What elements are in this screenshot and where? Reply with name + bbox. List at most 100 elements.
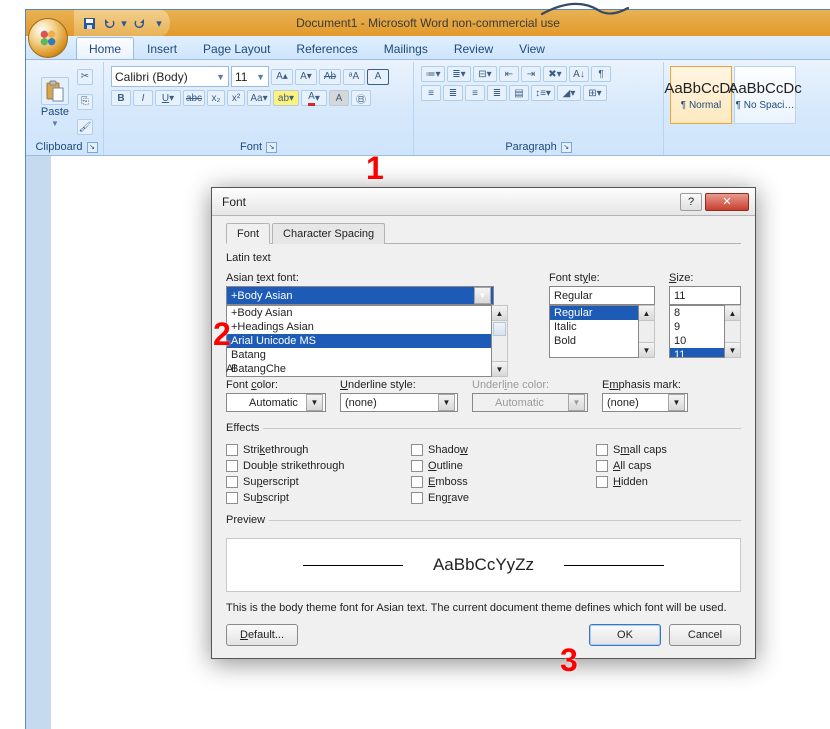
tab-view[interactable]: View: [506, 37, 558, 59]
distributed-icon[interactable]: ▤: [509, 85, 529, 101]
shading-icon[interactable]: ◢▾: [557, 85, 581, 101]
paragraph-launcher-icon[interactable]: ↘: [561, 142, 572, 153]
underline-button[interactable]: U▾: [155, 90, 181, 106]
dialog-tab-font[interactable]: Font: [226, 223, 270, 244]
tab-page-layout[interactable]: Page Layout: [190, 37, 283, 59]
align-center-icon[interactable]: ≣: [443, 85, 463, 101]
style-italic[interactable]: Italic: [550, 320, 638, 334]
bold-button[interactable]: B: [111, 90, 131, 106]
highlight-button[interactable]: ab▾: [273, 90, 299, 106]
dropdown-scrollbar[interactable]: ▲ ▼: [492, 305, 508, 377]
option-headings-asian[interactable]: +Headings Asian: [227, 320, 491, 334]
italic-button[interactable]: I: [133, 90, 153, 106]
subscript-button[interactable]: x₂: [207, 90, 225, 106]
font-name-combo[interactable]: Calibri (Body)▼: [111, 66, 229, 87]
shrink-font-icon[interactable]: A▾: [295, 69, 317, 85]
chk-engrave[interactable]: Engrave: [411, 492, 556, 504]
character-border-icon[interactable]: A: [367, 69, 389, 85]
chk-strikethrough[interactable]: Strikethrough: [226, 444, 371, 456]
chk-subscript[interactable]: Subscript: [226, 492, 371, 504]
tab-home[interactable]: Home: [76, 37, 134, 59]
chk-superscript[interactable]: Superscript: [226, 476, 371, 488]
chk-shadow[interactable]: Shadow: [411, 444, 556, 456]
office-button[interactable]: [28, 18, 68, 58]
strikethrough-button[interactable]: abc: [183, 90, 205, 106]
enclose-characters-icon[interactable]: ㊐: [351, 90, 371, 106]
paste-button[interactable]: Paste ▼: [35, 64, 75, 140]
show-marks-icon[interactable]: ¶: [591, 66, 611, 82]
emphasis-mark-combo[interactable]: (none)▼: [602, 393, 688, 412]
dialog-tab-character-spacing[interactable]: Character Spacing: [272, 223, 385, 244]
close-button[interactable]: ✕: [705, 193, 749, 211]
cut-icon[interactable]: ✂: [77, 69, 93, 85]
tab-references[interactable]: References: [283, 37, 370, 59]
sort-icon[interactable]: A↓: [569, 66, 589, 82]
copy-icon[interactable]: ⎘: [77, 94, 93, 110]
underline-style-combo[interactable]: (none)▼: [340, 393, 458, 412]
justify-icon[interactable]: ≣: [487, 85, 507, 101]
align-left-icon[interactable]: ≡: [421, 85, 441, 101]
qat-customize-icon[interactable]: ▾: [154, 14, 164, 32]
chk-hidden[interactable]: Hidden: [596, 476, 741, 488]
style-bold[interactable]: Bold: [550, 334, 638, 348]
size-input[interactable]: 11: [669, 286, 741, 305]
multilevel-list-icon[interactable]: ⊟▾: [473, 66, 497, 82]
scroll-thumb[interactable]: [493, 322, 506, 336]
undo-icon[interactable]: [100, 14, 118, 32]
style-scrollbar[interactable]: ▲▼: [639, 305, 655, 358]
chk-all-caps[interactable]: All caps: [596, 460, 741, 472]
size-9[interactable]: 9: [670, 320, 724, 334]
size-8[interactable]: 8: [670, 306, 724, 320]
asian-font-combo[interactable]: +Body Asian▼: [226, 286, 494, 305]
font-launcher-icon[interactable]: ↘: [266, 142, 277, 153]
scroll-up-icon[interactable]: ▲: [492, 306, 507, 321]
tab-review[interactable]: Review: [441, 37, 506, 59]
chk-emboss[interactable]: Emboss: [411, 476, 556, 488]
font-style-input[interactable]: Regular: [549, 286, 655, 305]
style-no-spacing[interactable]: AaBbCcDc ¶ No Spaci…: [734, 66, 796, 124]
grow-font-icon[interactable]: A▴: [271, 69, 293, 85]
style-regular[interactable]: Regular: [550, 306, 638, 320]
size-11[interactable]: 11: [670, 348, 724, 358]
decrease-indent-icon[interactable]: ⇤: [499, 66, 519, 82]
borders-icon[interactable]: ⊞▾: [583, 85, 607, 101]
tab-insert[interactable]: Insert: [134, 37, 190, 59]
change-case-button[interactable]: Aa▾: [247, 90, 271, 106]
chevron-down-icon[interactable]: ▼: [474, 287, 491, 304]
superscript-button[interactable]: x²: [227, 90, 245, 106]
default-button[interactable]: Default...: [226, 624, 298, 646]
clear-formatting-icon[interactable]: Ab: [319, 69, 341, 85]
font-size-combo[interactable]: 11▼: [231, 66, 269, 87]
tab-mailings[interactable]: Mailings: [371, 37, 441, 59]
font-color-combo[interactable]: Automatic▼: [226, 393, 326, 412]
ok-button[interactable]: OK: [589, 624, 661, 646]
option-arial-unicode[interactable]: Arial Unicode MS: [227, 334, 491, 348]
chk-outline[interactable]: Outline: [411, 460, 556, 472]
size-scrollbar[interactable]: ▲▼: [725, 305, 741, 358]
phonetic-guide-icon[interactable]: ᵃA: [343, 69, 365, 85]
redo-icon[interactable]: [130, 14, 148, 32]
character-shading-icon[interactable]: A: [329, 90, 349, 106]
align-right-icon[interactable]: ≡: [465, 85, 485, 101]
numbering-icon[interactable]: ≣▾: [447, 66, 471, 82]
font-color-button[interactable]: A▾: [301, 90, 327, 106]
option-batang[interactable]: Batang: [227, 348, 491, 362]
chk-double-strike[interactable]: Double strikethrough: [226, 460, 371, 472]
help-button[interactable]: ?: [680, 193, 702, 211]
chk-small-caps[interactable]: Small caps: [596, 444, 741, 456]
clipboard-launcher-icon[interactable]: ↘: [87, 142, 98, 153]
style-normal[interactable]: AaBbCcDc ¶ Normal: [670, 66, 732, 124]
format-painter-icon[interactable]: 🖌: [77, 119, 93, 135]
increase-indent-icon[interactable]: ⇥: [521, 66, 541, 82]
size-10[interactable]: 10: [670, 334, 724, 348]
scroll-down-icon[interactable]: ▼: [492, 361, 507, 376]
bullets-icon[interactable]: ≔▾: [421, 66, 445, 82]
cancel-button[interactable]: Cancel: [669, 624, 741, 646]
dialog-titlebar[interactable]: Font ? ✕: [212, 188, 755, 216]
line-spacing-icon[interactable]: ↕≡▾: [531, 85, 555, 101]
undo-dropdown-icon[interactable]: ▾: [120, 14, 128, 32]
option-batangche[interactable]: BatangChe: [227, 362, 491, 376]
save-icon[interactable]: [80, 14, 98, 32]
asian-layout-icon[interactable]: ✖▾: [543, 66, 567, 82]
option-body-asian[interactable]: +Body Asian: [227, 306, 491, 320]
